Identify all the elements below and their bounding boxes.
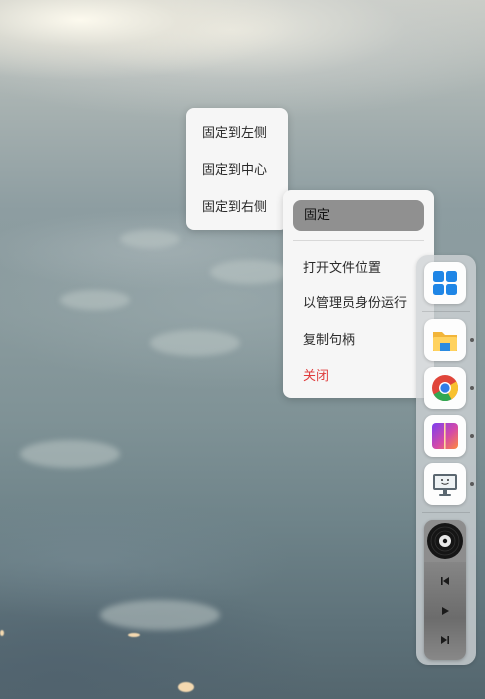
play-icon: [442, 607, 449, 615]
running-indicator: [470, 482, 474, 486]
vinyl-record-icon: [427, 523, 463, 559]
run-as-admin-item[interactable]: 以管理员身份运行: [303, 292, 407, 311]
dock-divider: [422, 512, 470, 513]
close-item[interactable]: 关闭: [303, 365, 329, 384]
chrome-icon: [432, 375, 459, 402]
running-indicator: [470, 386, 474, 390]
pin-right-item[interactable]: 固定到右侧: [186, 190, 288, 227]
play-button[interactable]: [424, 600, 466, 622]
windows-start-icon: [433, 271, 457, 295]
copy-handle-item[interactable]: 复制句柄: [303, 329, 355, 348]
next-track-icon: [441, 636, 449, 644]
next-track-button[interactable]: [424, 629, 466, 651]
running-indicator: [470, 338, 474, 342]
running-indicator: [470, 434, 474, 438]
chrome-app[interactable]: [424, 367, 466, 409]
pin-center-item[interactable]: 固定到中心: [186, 153, 288, 190]
file-explorer-app[interactable]: [424, 319, 466, 361]
open-file-location-item[interactable]: 打开文件位置: [303, 257, 381, 276]
album-art: [424, 520, 466, 562]
previous-track-button[interactable]: [424, 570, 466, 592]
pin-left-item[interactable]: 固定到左侧: [186, 116, 288, 153]
menu-divider: [293, 240, 424, 241]
gradient-app[interactable]: [424, 415, 466, 457]
gradient-app-icon: [432, 423, 458, 449]
desktop-app[interactable]: [424, 463, 466, 505]
pin-position-submenu: 固定到左侧 固定到中心 固定到右侧: [186, 108, 288, 230]
music-player-widget[interactable]: [424, 520, 466, 660]
pin-item[interactable]: 固定: [293, 200, 424, 231]
desktop-monitor-icon: [433, 474, 457, 496]
file-explorer-icon: [433, 332, 457, 351]
start-button[interactable]: [424, 262, 466, 304]
dock-context-menu: 固定 打开文件位置 以管理员身份运行 复制句柄 关闭: [283, 190, 434, 398]
side-dock: [416, 255, 476, 665]
dock-divider: [422, 311, 470, 312]
previous-track-icon: [441, 577, 449, 585]
